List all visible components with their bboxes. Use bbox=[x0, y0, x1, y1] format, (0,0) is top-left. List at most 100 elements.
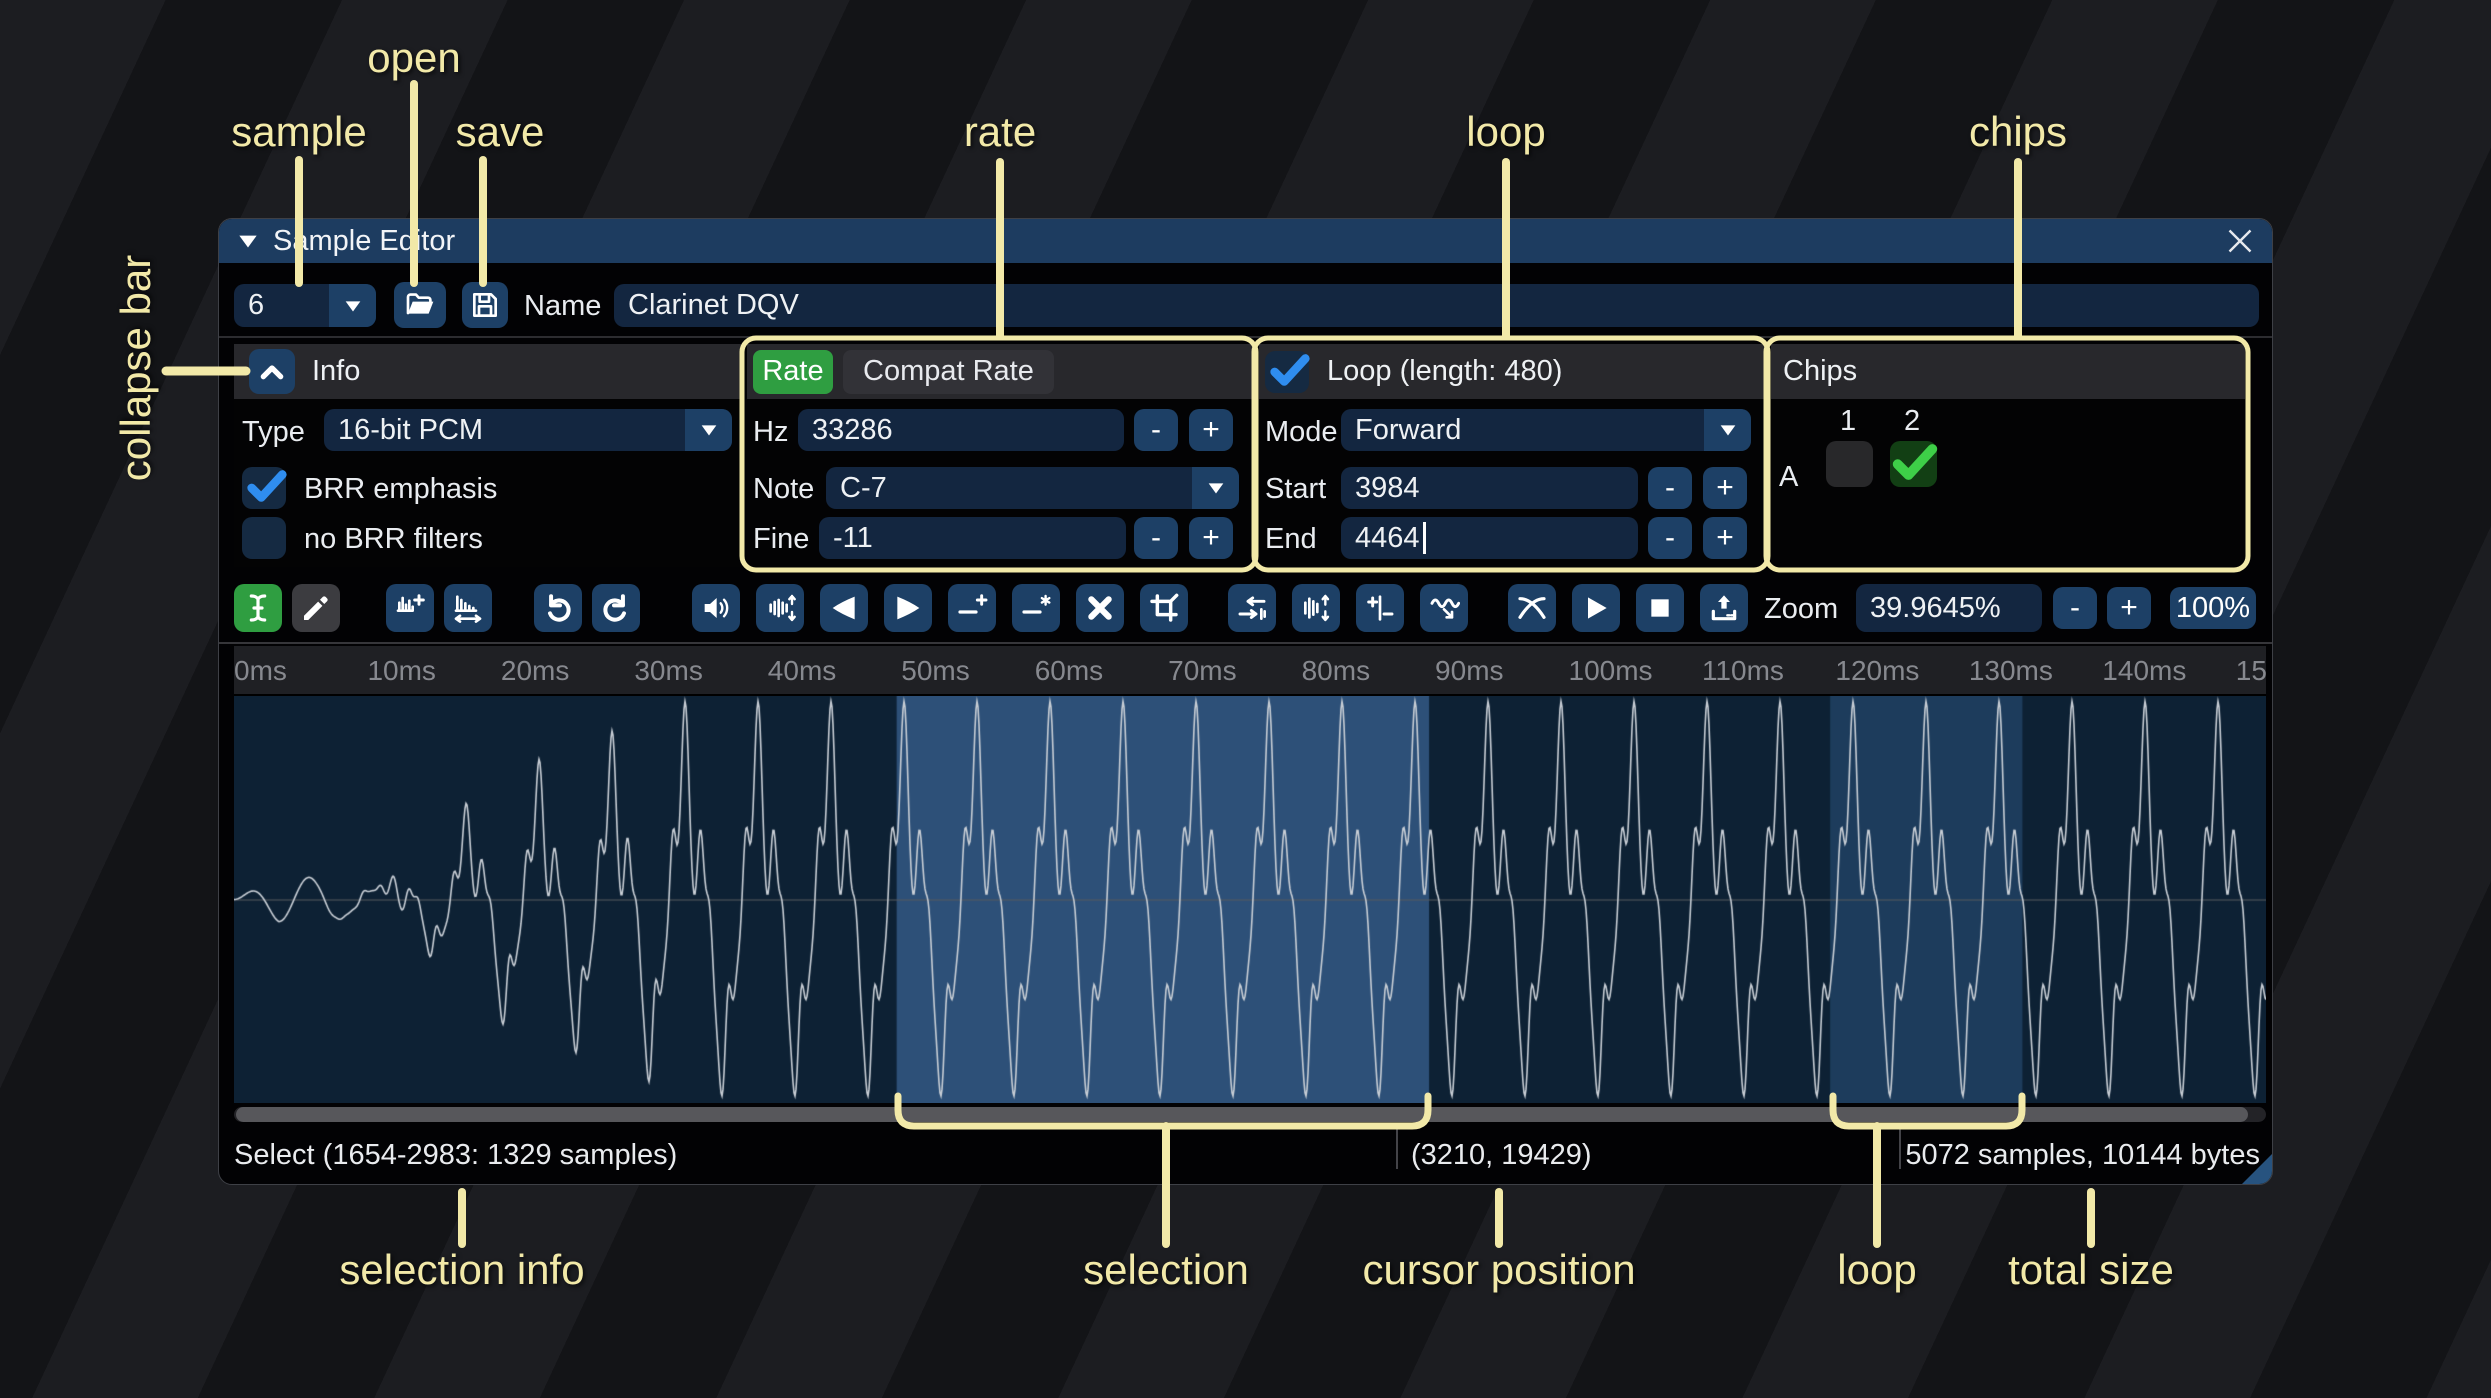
mode-label: Mode bbox=[1265, 416, 1338, 448]
loop-mode-select[interactable]: Forward bbox=[1341, 409, 1751, 451]
loop-panel-body: Mode Forward Start 3984 - + End 4464 - + bbox=[1259, 399, 1766, 567]
collapse-bar-button[interactable] bbox=[249, 349, 295, 394]
stop-preview-button[interactable] bbox=[1636, 584, 1684, 632]
ruler-label: 140ms bbox=[2102, 655, 2187, 686]
divider bbox=[219, 336, 2272, 338]
loop-end-label: End bbox=[1265, 523, 1317, 555]
ibeam-icon bbox=[242, 592, 274, 624]
save-sample-button[interactable] bbox=[462, 282, 508, 328]
redo-button[interactable] bbox=[592, 584, 640, 632]
tab-compat-rate[interactable]: Compat Rate bbox=[843, 349, 1054, 394]
chevron-down-icon[interactable] bbox=[1192, 467, 1239, 509]
fade-in-button[interactable] bbox=[820, 584, 868, 632]
delete-icon bbox=[1084, 592, 1116, 624]
annotation-rate: rate bbox=[963, 108, 1037, 155]
ruler-label: 150ms bbox=[2235, 655, 2266, 686]
fine-input[interactable]: -11 bbox=[819, 517, 1126, 559]
crossfade-loop-button[interactable] bbox=[1508, 584, 1556, 632]
fine-plus-button[interactable]: + bbox=[1189, 517, 1233, 559]
loop-end-input[interactable]: 4464 bbox=[1341, 517, 1638, 559]
zoom-in-button[interactable]: + bbox=[2107, 587, 2151, 629]
ruler-label: 120ms bbox=[1835, 655, 1920, 686]
zoom-out-button[interactable]: - bbox=[2053, 587, 2097, 629]
fine-minus-button[interactable]: - bbox=[1134, 517, 1178, 559]
resize-grip[interactable] bbox=[2242, 1154, 2272, 1184]
chevron-down-icon[interactable] bbox=[1704, 409, 1751, 451]
close-icon[interactable] bbox=[2222, 223, 2258, 259]
ruler-label: 30ms bbox=[634, 655, 703, 686]
status-divider bbox=[1396, 1127, 1398, 1169]
volume-icon bbox=[700, 592, 732, 624]
horizontal-scrollbar[interactable] bbox=[234, 1107, 2266, 1122]
loop-start-label: Start bbox=[1265, 473, 1327, 505]
tab-rate[interactable]: Rate bbox=[753, 349, 833, 394]
note-select[interactable]: C-7 bbox=[826, 467, 1239, 509]
check-icon bbox=[247, 470, 287, 502]
open-sample-button[interactable] bbox=[394, 282, 446, 328]
time-ruler[interactable]: 0ms 10ms 20ms 30ms 40ms 50ms 60ms 70ms 80ms 90ms 1… bbox=[234, 646, 2266, 696]
scrollbar-thumb[interactable] bbox=[236, 1107, 2248, 1122]
type-value: 16-bit PCM bbox=[338, 413, 484, 446]
apply-filter-button[interactable] bbox=[1420, 584, 1468, 632]
waveform-canvas[interactable] bbox=[234, 696, 2266, 1103]
annotation-selection-info: selection info bbox=[339, 1246, 585, 1293]
ruler-label: 40ms bbox=[767, 655, 837, 686]
loop-start-minus-button[interactable]: - bbox=[1648, 467, 1692, 509]
normalize-button[interactable] bbox=[756, 584, 804, 632]
trim-button[interactable] bbox=[1140, 584, 1188, 632]
sample-number-value: 6 bbox=[248, 289, 265, 321]
undo-button[interactable] bbox=[534, 584, 582, 632]
loop-end-value: 4464 bbox=[1355, 521, 1420, 554]
signed-unsigned-button[interactable] bbox=[1356, 584, 1404, 632]
create-instrument-button[interactable] bbox=[1700, 584, 1748, 632]
waveform-display[interactable] bbox=[234, 696, 2266, 1103]
hz-input[interactable]: 33286 bbox=[798, 409, 1124, 451]
zoom-reset-button[interactable]: 100% bbox=[2170, 587, 2256, 629]
loop-mode-value: Forward bbox=[1355, 413, 1462, 446]
chevron-down-icon[interactable] bbox=[685, 409, 732, 451]
brr-emphasis-checkbox[interactable] bbox=[242, 467, 287, 509]
status-cursor-position: (3210, 19429) bbox=[1411, 1139, 1592, 1171]
filter-icon bbox=[1428, 592, 1460, 624]
loop-start-input[interactable]: 3984 bbox=[1341, 467, 1638, 509]
type-select[interactable]: 16-bit PCM bbox=[324, 409, 732, 451]
chips-panel: Chips A 1 2 bbox=[1771, 344, 2245, 567]
no-brr-filters-checkbox[interactable] bbox=[242, 517, 286, 559]
sample-number-select[interactable]: 6 bbox=[234, 284, 376, 327]
loop-enable-checkbox[interactable] bbox=[1265, 350, 1310, 393]
preview-sample-button[interactable] bbox=[1572, 584, 1620, 632]
window-collapse-icon[interactable] bbox=[235, 228, 261, 254]
insert-silence-button[interactable] bbox=[948, 584, 996, 632]
hz-minus-button[interactable]: - bbox=[1134, 409, 1178, 451]
annotation-sample: sample bbox=[231, 108, 367, 155]
window-titlebar[interactable]: Sample Editor bbox=[219, 219, 2272, 263]
resize-button[interactable] bbox=[386, 584, 434, 632]
fade-out-button[interactable] bbox=[884, 584, 932, 632]
zoom-input[interactable]: 39.9645% bbox=[1856, 584, 2042, 632]
chip-checkbox-1[interactable] bbox=[1826, 441, 1873, 487]
info-panel-title: Info bbox=[312, 355, 361, 387]
hz-plus-button[interactable]: + bbox=[1189, 409, 1233, 451]
amplify-button[interactable] bbox=[692, 584, 740, 632]
edit-mode-draw-button[interactable] bbox=[292, 584, 340, 632]
chevron-down-icon[interactable] bbox=[329, 284, 376, 327]
apply-silence-button[interactable] bbox=[1012, 584, 1060, 632]
rate-panel-body: Hz 33286 - + Note C-7 Fine -11 - + bbox=[747, 399, 1254, 567]
loop-start-plus-button[interactable]: + bbox=[1703, 467, 1747, 509]
export-icon bbox=[1708, 592, 1740, 624]
resample-button[interactable] bbox=[444, 584, 492, 632]
edit-mode-select-button[interactable] bbox=[234, 584, 282, 632]
ruler-label: 130ms bbox=[1968, 655, 2053, 686]
loop-panel-header: Loop (length: 480) bbox=[1259, 344, 1766, 399]
loop-end-minus-button[interactable]: - bbox=[1648, 517, 1692, 559]
name-input[interactable]: Clarinet DQV bbox=[614, 284, 2259, 327]
invert-button[interactable] bbox=[1292, 584, 1340, 632]
chips-panel-title: Chips bbox=[1783, 355, 1858, 387]
chip-checkbox-2[interactable] bbox=[1890, 441, 1938, 487]
loop-end-plus-button[interactable]: + bbox=[1703, 517, 1747, 559]
delete-button[interactable] bbox=[1076, 584, 1124, 632]
annotation-cursor-position: cursor position bbox=[1362, 1246, 1636, 1293]
reverse-button[interactable] bbox=[1228, 584, 1276, 632]
sign-icon bbox=[1364, 592, 1396, 624]
info-panel-header: Info bbox=[234, 344, 741, 399]
